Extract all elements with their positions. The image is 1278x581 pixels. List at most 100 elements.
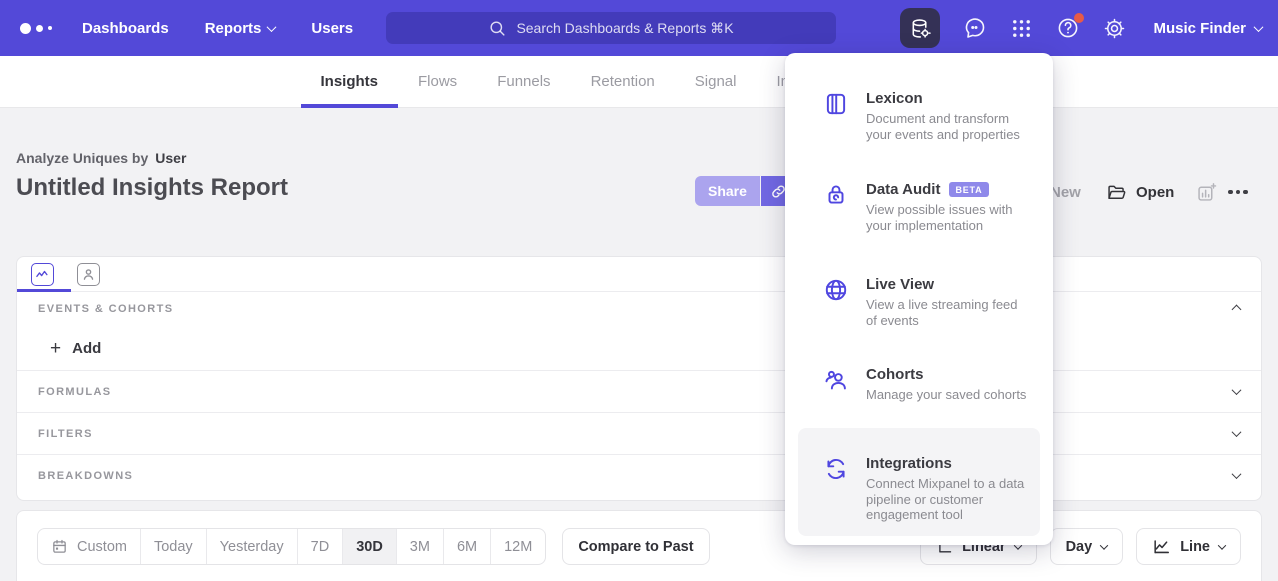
range-7d[interactable]: 7D xyxy=(297,529,343,564)
calendar-icon xyxy=(51,538,68,555)
open-label: Open xyxy=(1136,184,1174,201)
logo-dot xyxy=(20,23,31,34)
section-filters[interactable]: FILTERS xyxy=(17,413,1261,454)
menu-item-cohorts[interactable]: Cohorts Manage your saved cohorts xyxy=(798,358,1040,411)
add-event-button[interactable]: + Add xyxy=(17,326,1261,370)
data-management-button[interactable] xyxy=(900,8,940,48)
chevron-down-icon xyxy=(1254,22,1264,32)
section-formulas[interactable]: FORMULAS xyxy=(17,371,1261,412)
chevron-down-icon xyxy=(267,22,277,32)
grid-icon xyxy=(1010,17,1033,40)
chevron-up-icon[interactable] xyxy=(1232,304,1242,314)
range-label: 6M xyxy=(457,539,477,555)
tab-insights-label: Insights xyxy=(321,73,379,90)
data-audit-lock-icon xyxy=(823,182,849,208)
range-label: 7D xyxy=(311,539,330,555)
date-range-segmented-control: Custom Today Yesterday 7D 30D 3M 6M 12M xyxy=(37,528,546,565)
search-input[interactable]: Search Dashboards & Reports ⌘K xyxy=(386,12,836,44)
section-label: BREAKDOWNS xyxy=(38,470,133,482)
menu-item-title: Lexicon xyxy=(866,90,923,107)
range-label: Yesterday xyxy=(220,539,284,555)
range-custom[interactable]: Custom xyxy=(38,529,140,564)
range-yesterday[interactable]: Yesterday xyxy=(206,529,297,564)
tab-retention-label: Retention xyxy=(591,73,655,90)
range-label: 30D xyxy=(356,539,383,555)
menu-item-text: Cohorts Manage your saved cohorts xyxy=(866,366,1026,403)
query-view-tabs xyxy=(17,257,1261,292)
nav-users[interactable]: Users xyxy=(311,20,353,37)
new-report-button[interactable]: New xyxy=(1050,178,1081,206)
range-today[interactable]: Today xyxy=(140,529,206,564)
range-3m[interactable]: 3M xyxy=(396,529,443,564)
chart-add-icon xyxy=(1196,182,1217,203)
share-group: Share xyxy=(695,176,797,206)
section-label: FILTERS xyxy=(38,428,93,440)
chevron-down-icon[interactable] xyxy=(1232,427,1242,437)
new-label: New xyxy=(1050,184,1081,201)
chart-type-select[interactable]: Line xyxy=(1136,528,1241,565)
menu-item-description: Document and transform your events and p… xyxy=(866,111,1030,142)
range-30d[interactable]: 30D xyxy=(342,529,396,564)
report-tabbar: Insights Flows Funnels Retention Signal … xyxy=(0,56,1278,108)
section-breakdowns[interactable]: BREAKDOWNS xyxy=(17,455,1261,496)
project-selector[interactable]: Music Finder xyxy=(1153,20,1262,37)
logo-dot xyxy=(36,25,43,32)
menu-item-integrations[interactable]: Integrations Connect Mixpanel to a data … xyxy=(798,428,1040,536)
settings-button[interactable] xyxy=(1103,17,1126,40)
menu-item-description: Connect Mixpanel to a data pipeline or c… xyxy=(866,476,1030,523)
menu-item-title: Cohorts xyxy=(866,366,924,383)
active-tab-underline xyxy=(301,104,399,108)
menu-item-text: Lexicon Document and transform your even… xyxy=(866,90,1030,142)
chevron-down-icon xyxy=(1218,541,1226,549)
tab-flows[interactable]: Flows xyxy=(418,56,457,108)
section-events-cohorts[interactable]: EVENTS & COHORTS xyxy=(17,292,1261,326)
feedback-button[interactable] xyxy=(963,16,987,40)
line-chart-icon xyxy=(35,267,50,282)
help-button[interactable] xyxy=(1056,16,1080,40)
nav-dashboards[interactable]: Dashboards xyxy=(82,20,169,37)
open-report-button[interactable]: Open xyxy=(1106,178,1174,206)
tab-signal[interactable]: Signal xyxy=(695,56,737,108)
top-navbar: Dashboards Reports Users Search Dashboar… xyxy=(0,0,1278,56)
search-placeholder: Search Dashboards & Reports ⌘K xyxy=(516,20,733,37)
page-title[interactable]: Untitled Insights Report xyxy=(16,174,288,202)
add-to-dashboard-button[interactable] xyxy=(1196,178,1217,206)
navbar-right-group: Music Finder xyxy=(900,0,1262,56)
plus-icon: + xyxy=(50,339,61,358)
chevron-down-icon[interactable] xyxy=(1232,385,1242,395)
interval-select[interactable]: Day xyxy=(1050,528,1124,565)
tab-insights[interactable]: Insights xyxy=(321,56,379,108)
menu-item-title: Data Audit xyxy=(866,181,940,198)
chevron-down-icon[interactable] xyxy=(1232,469,1242,479)
menu-item-description: View possible issues with your implement… xyxy=(866,202,1030,233)
section-label: FORMULAS xyxy=(38,386,112,398)
events-view-tab[interactable] xyxy=(31,263,54,286)
beta-badge: BETA xyxy=(949,182,988,197)
range-6m[interactable]: 6M xyxy=(443,529,490,564)
notification-dot xyxy=(1074,13,1084,23)
gear-icon xyxy=(1103,17,1126,40)
profiles-view-tab[interactable] xyxy=(77,263,100,286)
compare-to-past-button[interactable]: Compare to Past xyxy=(562,528,709,565)
tab-funnels[interactable]: Funnels xyxy=(497,56,550,108)
tab-funnels-label: Funnels xyxy=(497,73,550,90)
menu-item-lexicon[interactable]: Lexicon Document and transform your even… xyxy=(798,82,1040,150)
range-label: 12M xyxy=(504,539,532,555)
range-12m[interactable]: 12M xyxy=(490,529,545,564)
menu-item-data-audit[interactable]: Data Audit BETA View possible issues with… xyxy=(798,173,1040,241)
apps-grid-button[interactable] xyxy=(1010,17,1033,40)
analyze-prefix: Analyze Uniques by xyxy=(16,150,148,166)
share-button[interactable]: Share xyxy=(695,176,760,206)
nav-reports[interactable]: Reports xyxy=(205,20,276,37)
range-label: 3M xyxy=(410,539,430,555)
section-label: EVENTS & COHORTS xyxy=(38,303,173,315)
mixpanel-logo[interactable] xyxy=(20,23,64,34)
database-gear-icon xyxy=(909,17,932,40)
more-actions-button[interactable] xyxy=(1228,178,1248,206)
person-icon xyxy=(81,267,96,282)
chart-controls-card: Custom Today Yesterday 7D 30D 3M 6M 12M … xyxy=(16,510,1262,581)
tab-retention[interactable]: Retention xyxy=(591,56,655,108)
menu-item-live-view[interactable]: Live View View a live streaming feed of … xyxy=(798,268,1040,336)
menu-item-title: Live View xyxy=(866,276,934,293)
analyze-entity[interactable]: User xyxy=(155,150,186,166)
